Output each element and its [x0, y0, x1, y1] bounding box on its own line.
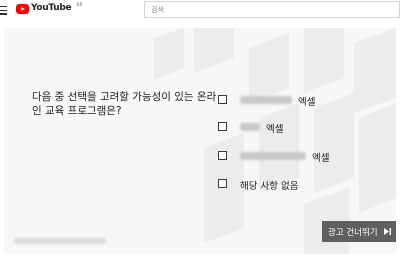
search-box[interactable]: 검색 [144, 1, 400, 18]
checkbox[interactable] [218, 179, 227, 188]
checkbox[interactable] [218, 95, 227, 104]
option-suffix: 엑셀 [312, 153, 330, 164]
survey-option-3[interactable]: 엑셀 [218, 150, 348, 164]
survey-question: 다음 중 선택을 고려할 가능성이 있는 온라인 교육 프로그램은? [32, 91, 217, 117]
menu-icon[interactable] [0, 6, 7, 15]
survey-option-1[interactable]: 엑셀 [218, 94, 348, 108]
brand-name[interactable]: YouTube [31, 3, 72, 13]
option-suffix: 엑셀 [266, 124, 284, 135]
youtube-logo-icon[interactable] [16, 4, 29, 14]
survey-option-4[interactable]: 해당 사항 없음 [218, 178, 348, 192]
search-input[interactable]: 검색 [151, 5, 164, 15]
option-suffix: 엑셀 [298, 97, 316, 108]
country-code: KR [77, 2, 83, 7]
video-player[interactable]: 다음 중 선택을 고려할 가능성이 있는 온라인 교육 프로그램은? 엑셀 엑셀… [4, 28, 396, 254]
skip-ad-label: 광고 건너뛰기 [328, 228, 378, 238]
blurred-option-text [240, 123, 260, 131]
checkbox[interactable] [218, 151, 227, 160]
skip-ad-button[interactable]: 광고 건너뛰기 [322, 221, 396, 242]
skip-next-icon [384, 228, 391, 235]
survey-option-2[interactable]: 엑셀 [218, 121, 348, 135]
checkbox[interactable] [218, 122, 227, 131]
blurred-option-text [240, 152, 306, 160]
option-label: 해당 사항 없음 [240, 181, 299, 192]
top-bar: YouTube KR 검색 [0, 0, 400, 24]
blurred-option-text [240, 96, 292, 104]
blurred-ad-disclosure [14, 238, 106, 244]
